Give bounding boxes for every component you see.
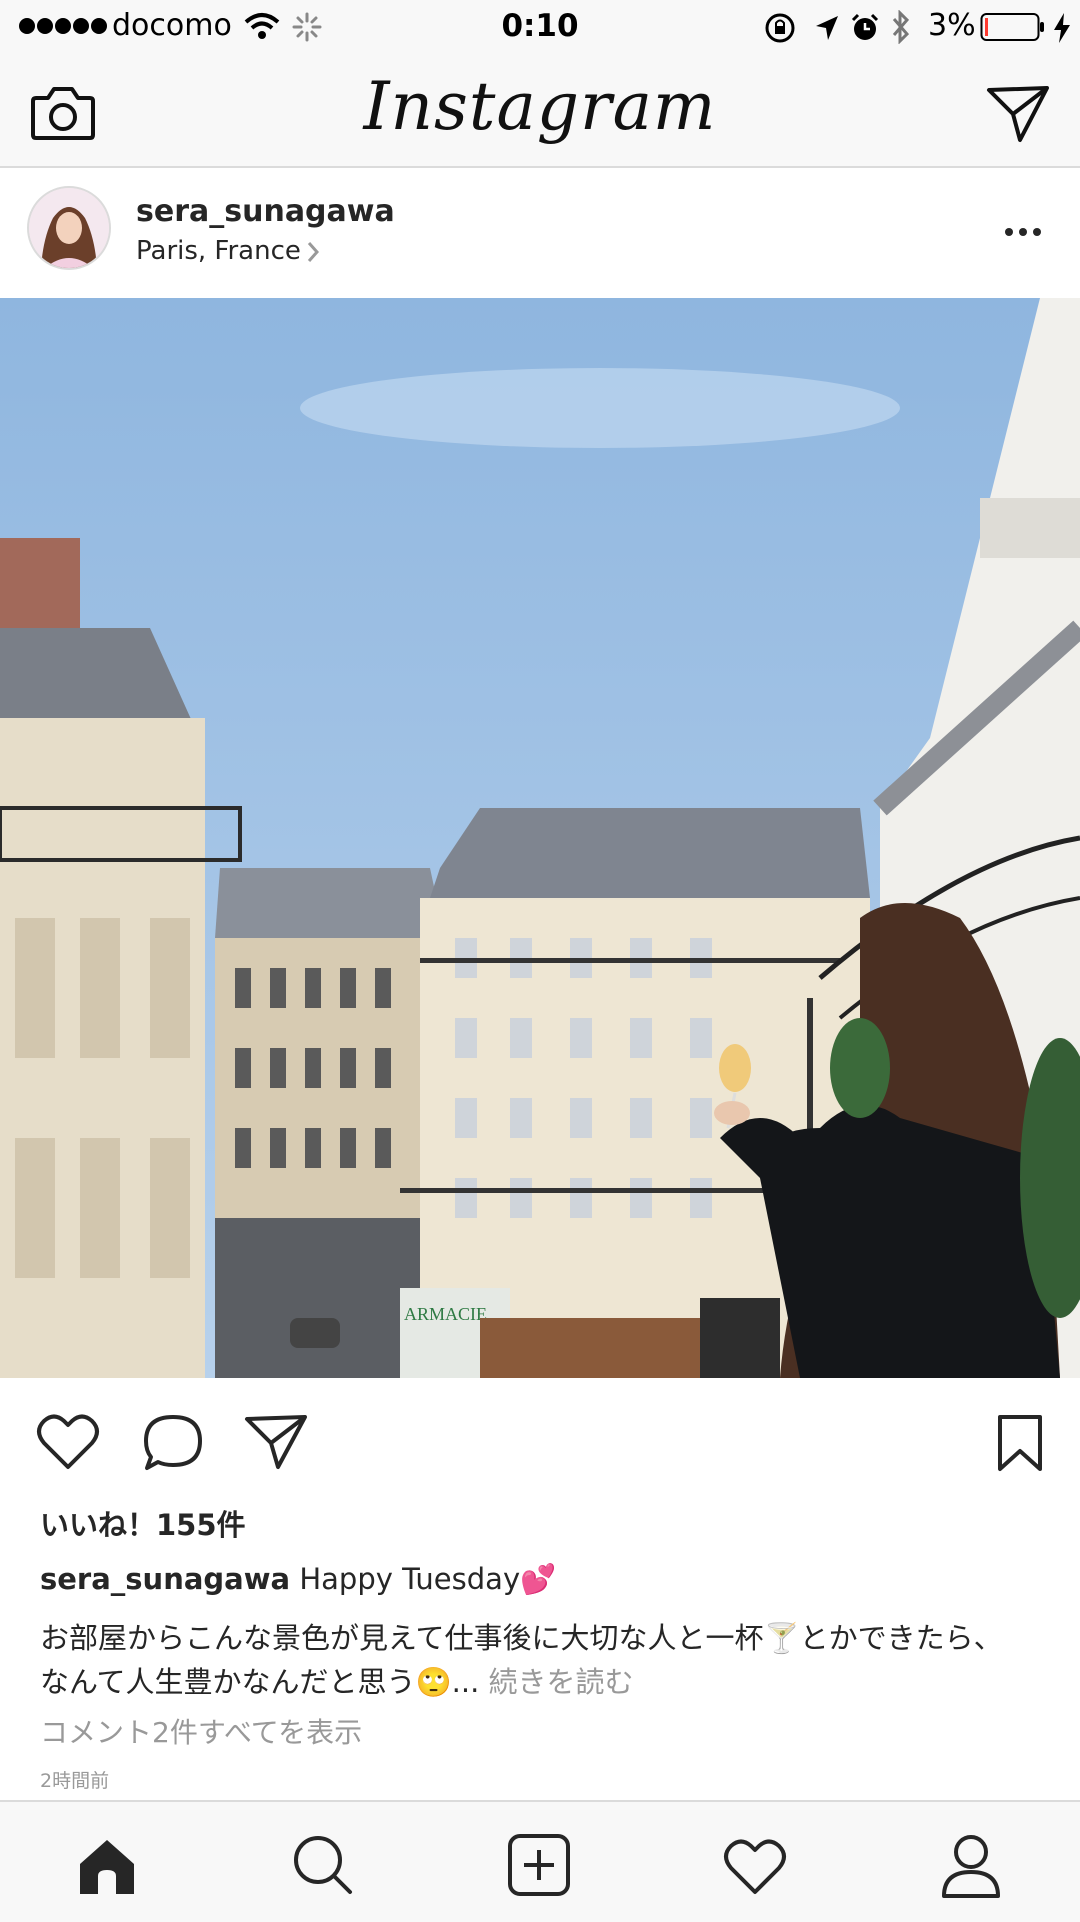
share-icon[interactable] [244, 1413, 308, 1471]
location-arrow-icon [816, 16, 838, 40]
direct-message-icon[interactable] [986, 84, 1050, 144]
orientation-lock-icon [765, 13, 795, 43]
like-heart-icon[interactable] [36, 1413, 100, 1471]
instagram-logo: Instagram [363, 68, 717, 145]
avatar-image [29, 188, 109, 268]
battery-percentage: 3% [928, 8, 976, 43]
status-time: 0:10 [501, 8, 579, 44]
post-image: ARMACIE [0, 298, 1080, 1378]
read-more-link[interactable]: 続きを読む [489, 1665, 634, 1699]
caption-username[interactable]: sera_sunagawa [40, 1562, 290, 1596]
profile-icon[interactable] [936, 1830, 1006, 1900]
caption-line-1: sera_sunagawa Happy Tuesday💕 [40, 1562, 556, 1597]
view-all-comments-link[interactable]: コメント2件すべてを表示 [40, 1711, 362, 1751]
more-options-icon[interactable] [1004, 226, 1042, 238]
caption-line-2: お部屋からこんな景色が見えて仕事後に大切な人と一杯🍸とかできたら、 [40, 1615, 1003, 1657]
search-icon[interactable] [288, 1830, 358, 1900]
bluetooth-icon [892, 10, 910, 44]
pharmacy-sign: ARMACIE [404, 1304, 487, 1324]
caption-text-1: Happy Tuesday💕 [299, 1562, 557, 1596]
post-timestamp: 2時間前 [40, 1770, 110, 1792]
bookmark-icon[interactable] [996, 1413, 1044, 1473]
avatar[interactable] [27, 186, 111, 270]
battery-icon [980, 13, 1044, 41]
post-username[interactable]: sera_sunagawa [136, 194, 395, 229]
add-post-icon[interactable] [504, 1830, 574, 1900]
bottom-tab-bar [0, 1800, 1080, 1922]
post-header: sera_sunagawa Paris, France [0, 168, 1080, 299]
charging-bolt-icon [1054, 13, 1070, 43]
activity-heart-icon[interactable] [720, 1830, 790, 1900]
post-photo[interactable]: ARMACIE [0, 298, 1080, 1378]
caption-line-3: なんて人生豊かなんだと思う🙄... 続きを読む [40, 1659, 634, 1701]
home-icon[interactable] [72, 1830, 142, 1900]
caption-text-2: お部屋からこんな景色が見えて仕事後に大切な人と一杯🍸とかできたら、 [40, 1621, 1003, 1655]
post-location[interactable]: Paris, France [136, 236, 301, 266]
likes-count[interactable]: いいね！155件 [40, 1502, 246, 1544]
caption-text-3: なんて人生豊かなんだと思う🙄... [40, 1665, 480, 1699]
chevron-right-icon [307, 242, 320, 262]
status-bar: docomo 0:10 3% [0, 0, 1080, 54]
comment-icon[interactable] [142, 1413, 204, 1471]
alarm-icon [851, 13, 879, 40]
top-nav-bar: Instagram [0, 54, 1080, 168]
